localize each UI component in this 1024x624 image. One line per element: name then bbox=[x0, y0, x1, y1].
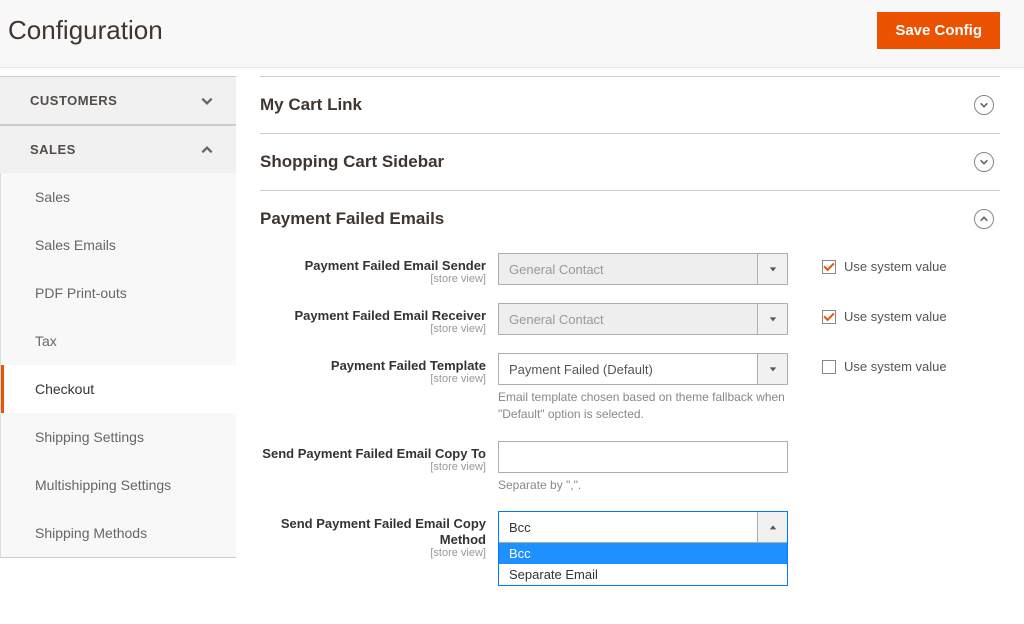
select-value: General Contact bbox=[509, 312, 604, 327]
chevron-down-icon bbox=[200, 94, 214, 108]
collapse-icon bbox=[974, 209, 994, 229]
section-shopping-cart-sidebar[interactable]: Shopping Cart Sidebar bbox=[260, 134, 1000, 190]
caret-down-icon bbox=[757, 304, 787, 334]
receiver-select: General Contact bbox=[498, 303, 788, 335]
use-system-label: Use system value bbox=[844, 309, 947, 324]
use-system-label: Use system value bbox=[844, 359, 947, 374]
section-title: My Cart Link bbox=[260, 95, 362, 115]
field-scope: [store view] bbox=[260, 373, 486, 385]
field-label-receiver: Payment Failed Email Receiver bbox=[295, 308, 486, 323]
sidebar-item-tax[interactable]: Tax bbox=[1, 317, 236, 365]
sidebar-item-shipping-settings[interactable]: Shipping Settings bbox=[1, 413, 236, 461]
caret-down-icon bbox=[757, 254, 787, 284]
sender-select: General Contact bbox=[498, 253, 788, 285]
use-system-label: Use system value bbox=[844, 259, 947, 274]
field-label-template: Payment Failed Template bbox=[331, 358, 486, 373]
select-options-list: Bcc Separate Email bbox=[499, 542, 787, 585]
option-bcc[interactable]: Bcc bbox=[499, 543, 787, 564]
use-system-checkbox[interactable] bbox=[822, 360, 836, 374]
copy-to-helper-text: Separate by ",". bbox=[498, 477, 788, 494]
section-payment-failed-emails[interactable]: Payment Failed Emails bbox=[260, 191, 1000, 247]
sidebar-item-checkout[interactable]: Checkout bbox=[1, 365, 236, 413]
save-config-button[interactable]: Save Config bbox=[877, 12, 1000, 49]
sidebar-item-sales-emails[interactable]: Sales Emails bbox=[1, 221, 236, 269]
sidebar-group-label: SALES bbox=[30, 142, 76, 157]
page-title: Configuration bbox=[8, 15, 163, 46]
sidebar-item-shipping-methods[interactable]: Shipping Methods bbox=[1, 509, 236, 557]
field-label-copy-method: Send Payment Failed Email Copy Method bbox=[281, 516, 486, 547]
sidebar-group-label: CUSTOMERS bbox=[30, 93, 117, 108]
caret-down-icon bbox=[757, 354, 787, 384]
sidebar-item-sales[interactable]: Sales bbox=[1, 173, 236, 221]
sidebar-group-customers[interactable]: CUSTOMERS bbox=[0, 76, 236, 124]
select-value: General Contact bbox=[509, 262, 604, 277]
sidebar-item-multishipping-settings[interactable]: Multishipping Settings bbox=[1, 461, 236, 509]
field-label-sender: Payment Failed Email Sender bbox=[305, 258, 486, 273]
field-scope: [store view] bbox=[260, 547, 486, 559]
select-value: Payment Failed (Default) bbox=[509, 362, 653, 377]
use-system-checkbox[interactable] bbox=[822, 310, 836, 324]
template-helper-text: Email template chosen based on theme fal… bbox=[498, 389, 788, 423]
section-title: Payment Failed Emails bbox=[260, 209, 444, 229]
sidebar: CUSTOMERS SALES Sales Sales Emails PDF P… bbox=[0, 68, 236, 624]
content-pane: My Cart Link Shopping Cart Sidebar Payme… bbox=[236, 68, 1024, 624]
field-scope: [store view] bbox=[260, 273, 486, 285]
option-separate-email[interactable]: Separate Email bbox=[499, 564, 787, 585]
field-scope: [store view] bbox=[260, 323, 486, 335]
template-select[interactable]: Payment Failed (Default) bbox=[498, 353, 788, 385]
copy-method-select[interactable]: Bcc Bcc Separate Email bbox=[498, 511, 788, 586]
sidebar-group-sales[interactable]: SALES bbox=[0, 125, 236, 173]
expand-icon bbox=[974, 95, 994, 115]
select-value: Bcc bbox=[509, 520, 531, 535]
use-system-checkbox[interactable] bbox=[822, 260, 836, 274]
field-scope: [store view] bbox=[260, 461, 486, 473]
caret-up-icon bbox=[757, 512, 787, 542]
section-my-cart-link[interactable]: My Cart Link bbox=[260, 77, 1000, 133]
section-title: Shopping Cart Sidebar bbox=[260, 152, 444, 172]
expand-icon bbox=[974, 152, 994, 172]
chevron-up-icon bbox=[200, 143, 214, 157]
sidebar-item-pdf-printouts[interactable]: PDF Print-outs bbox=[1, 269, 236, 317]
copy-to-input[interactable] bbox=[498, 441, 788, 473]
field-label-copy-to: Send Payment Failed Email Copy To bbox=[262, 446, 486, 461]
